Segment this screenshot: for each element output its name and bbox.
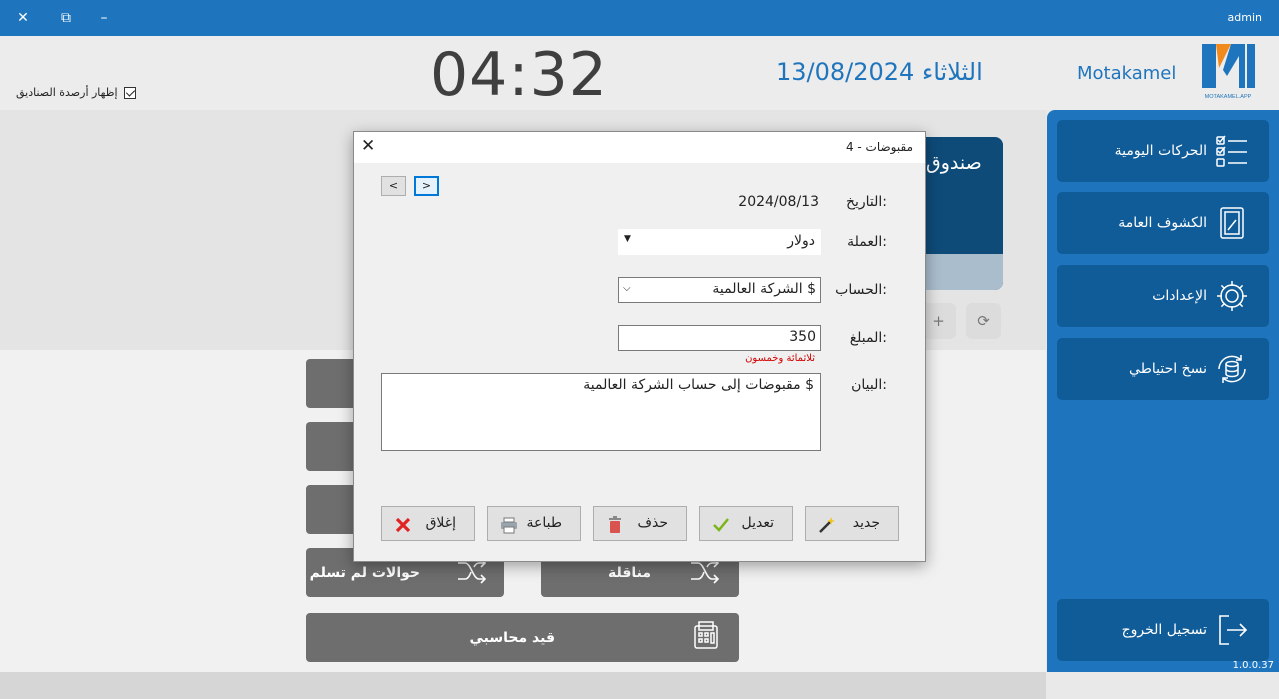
statement-textarea[interactable]: مقبوضات إلى حساب الشركة العالمية $ [381, 373, 821, 451]
account-value: الشركة العالمية $ [712, 281, 816, 297]
dialog-close-icon[interactable]: ✕ [361, 136, 375, 156]
previous-record-button[interactable]: < [381, 176, 406, 196]
show-balances-option[interactable]: إظهار أرصدة الصناديق [16, 86, 136, 99]
restore-window-button[interactable]: ⧉ [55, 8, 77, 28]
shuffle-icon [456, 557, 488, 588]
new-label: جديد [852, 515, 880, 531]
sidebar-item-label: الحركات اليومية [1114, 143, 1207, 159]
amount-label: المبلغ: [849, 330, 887, 346]
show-balances-label: إظهار أرصدة الصناديق [16, 86, 118, 99]
close-button[interactable]: إغلاق [381, 506, 475, 541]
chevron-down-icon: ⌵ [623, 283, 631, 294]
logout-icon [1215, 613, 1249, 647]
current-user: admin [1227, 11, 1262, 24]
dropdown-arrow-icon: ▼ [624, 234, 631, 244]
print-label: طباعة [526, 515, 563, 531]
amount-value: 350 [789, 329, 816, 345]
trash-icon [606, 516, 624, 534]
transfer-label: مناقلة [607, 564, 651, 581]
sidebar-item-label: الكشوف العامة [1118, 215, 1207, 231]
calculator-icon [691, 620, 723, 656]
add-button[interactable]: + [921, 303, 956, 339]
sidebar-item-general-statements[interactable]: الكشوف العامة [1057, 192, 1269, 254]
edit-label: تعديل [741, 515, 775, 531]
next-record-button[interactable]: > [414, 176, 439, 196]
database-sync-icon [1215, 352, 1249, 386]
logout-button[interactable]: تسجيل الخروج [1057, 599, 1269, 661]
print-button[interactable]: طباعة [487, 506, 581, 541]
checklist-icon [1215, 134, 1249, 168]
unreceived-transfers-label: حوالات لم تسلم [309, 564, 420, 581]
journal-entry-button[interactable]: قيد محاسبي [306, 613, 739, 662]
brand-name: Motakamel [1077, 63, 1177, 84]
sidebar-item-settings[interactable]: الإعدادات [1057, 265, 1269, 327]
sidebar-item-label: نسخ احتياطي [1129, 361, 1207, 377]
current-date: الثلاثاء 13/08/2024 [776, 58, 983, 86]
close-window-button[interactable]: ✕ [12, 8, 34, 28]
account-select[interactable]: الشركة العالمية $ ⌵ [618, 277, 821, 303]
window-titlebar: ✕ ⧉ – admin [0, 0, 1279, 36]
logo-text: MOTAKAMEL.APP [1205, 94, 1252, 100]
printer-icon [500, 516, 518, 534]
minimize-window-button[interactable]: – [93, 8, 115, 28]
journal-entry-label: قيد محاسبي [469, 629, 555, 646]
currency-label: العملة: [847, 234, 887, 250]
sidebar-item-backup[interactable]: نسخ احتياطي [1057, 338, 1269, 400]
edit-button[interactable]: تعديل [699, 506, 793, 541]
close-icon [394, 516, 412, 534]
currency-select[interactable]: دولار ▼ [618, 229, 821, 255]
amount-in-words: ثلاثمائة وخمسون [745, 353, 815, 364]
account-label: الحساب: [835, 282, 887, 298]
show-balances-checkbox[interactable] [123, 86, 136, 99]
sidebar-item-label: الإعدادات [1152, 288, 1207, 304]
statement-label: البيان: [851, 377, 887, 393]
logout-label: تسجيل الخروج [1121, 622, 1207, 638]
check-icon [712, 516, 730, 534]
sidebar-item-daily-transactions[interactable]: الحركات اليومية [1057, 120, 1269, 182]
close-label: إغلاق [425, 515, 456, 531]
motakamel-logo-icon: MOTAKAMEL.APP [1199, 42, 1257, 100]
date-value[interactable]: 2024/08/13 [738, 194, 819, 210]
dialog-titlebar: ✕ مقبوضات - 4 [354, 132, 925, 163]
clock: 04:32 [430, 40, 608, 110]
cash-box-title: صندوق [926, 152, 982, 174]
refresh-button[interactable]: ⟳ [966, 303, 1001, 339]
delete-label: حذف [637, 515, 668, 531]
status-bar [0, 672, 1046, 699]
app-version: 1.0.0.37 [1232, 660, 1274, 671]
amount-input[interactable]: 350 [618, 325, 821, 351]
magic-wand-icon [818, 516, 836, 534]
currency-value: دولار [787, 233, 815, 249]
gear-icon [1215, 279, 1249, 313]
date-label: التاريخ: [845, 194, 887, 210]
delete-button[interactable]: حذف [593, 506, 687, 541]
shuffle-icon [689, 557, 721, 588]
receipt-dialog: ✕ مقبوضات - 4 < > التاريخ: 2024/08/13 ال… [353, 131, 926, 562]
report-icon [1215, 206, 1249, 240]
dialog-title: مقبوضات - 4 [845, 140, 913, 154]
new-button[interactable]: جديد [805, 506, 899, 541]
